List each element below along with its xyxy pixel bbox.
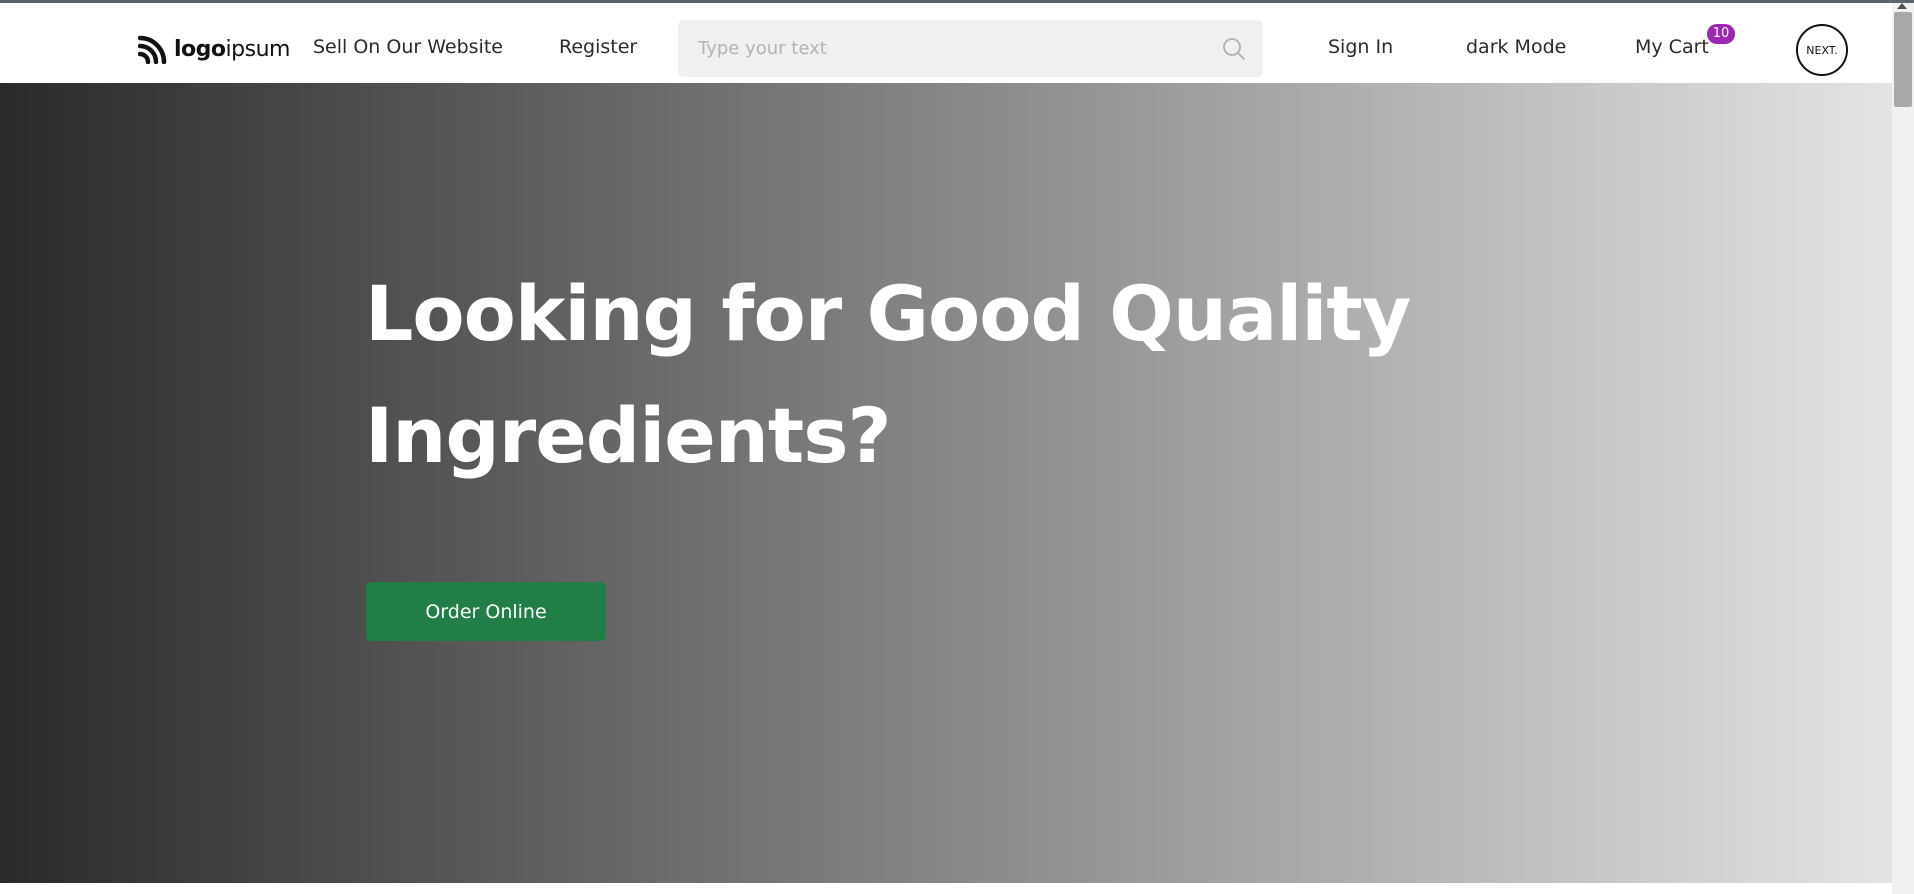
scrollbar-track[interactable] bbox=[1892, 3, 1914, 894]
brand-logo[interactable]: logoipsum bbox=[138, 33, 290, 65]
order-online-button[interactable]: Order Online bbox=[366, 582, 606, 641]
my-cart-link[interactable]: My Cart bbox=[1635, 36, 1709, 58]
brand-logo-regular: ipsum bbox=[225, 36, 291, 62]
scrollbar-thumb[interactable] bbox=[1894, 12, 1912, 107]
hero-title: Looking for Good Quality Ingredients? bbox=[365, 269, 1411, 480]
nextjs-logo-icon: NEXT. bbox=[1806, 43, 1838, 57]
logoipsum-mark-icon bbox=[138, 35, 167, 64]
nav-sell-link[interactable]: Sell On Our Website bbox=[313, 36, 503, 58]
cart-count-badge: 10 bbox=[1707, 24, 1735, 44]
scroll-up-arrow-icon[interactable] bbox=[1897, 3, 1907, 9]
hero-banner: Looking for Good Quality Ingredients? Or… bbox=[0, 83, 1892, 883]
brand-logo-bold: logo bbox=[174, 36, 226, 62]
avatar[interactable]: NEXT. bbox=[1796, 24, 1848, 76]
top-navbar: logoipsum Sell On Our Website Register S… bbox=[0, 3, 1892, 83]
nav-sign-in-link[interactable]: Sign In bbox=[1328, 36, 1393, 58]
nav-register-link[interactable]: Register bbox=[559, 36, 637, 58]
search-input[interactable] bbox=[696, 20, 1206, 77]
dark-mode-toggle[interactable]: dark Mode bbox=[1466, 36, 1566, 58]
page-bottom-strip bbox=[0, 883, 1892, 894]
search-icon[interactable] bbox=[1222, 37, 1246, 61]
brand-logo-text: logoipsum bbox=[174, 37, 290, 62]
search-bar bbox=[678, 20, 1263, 77]
